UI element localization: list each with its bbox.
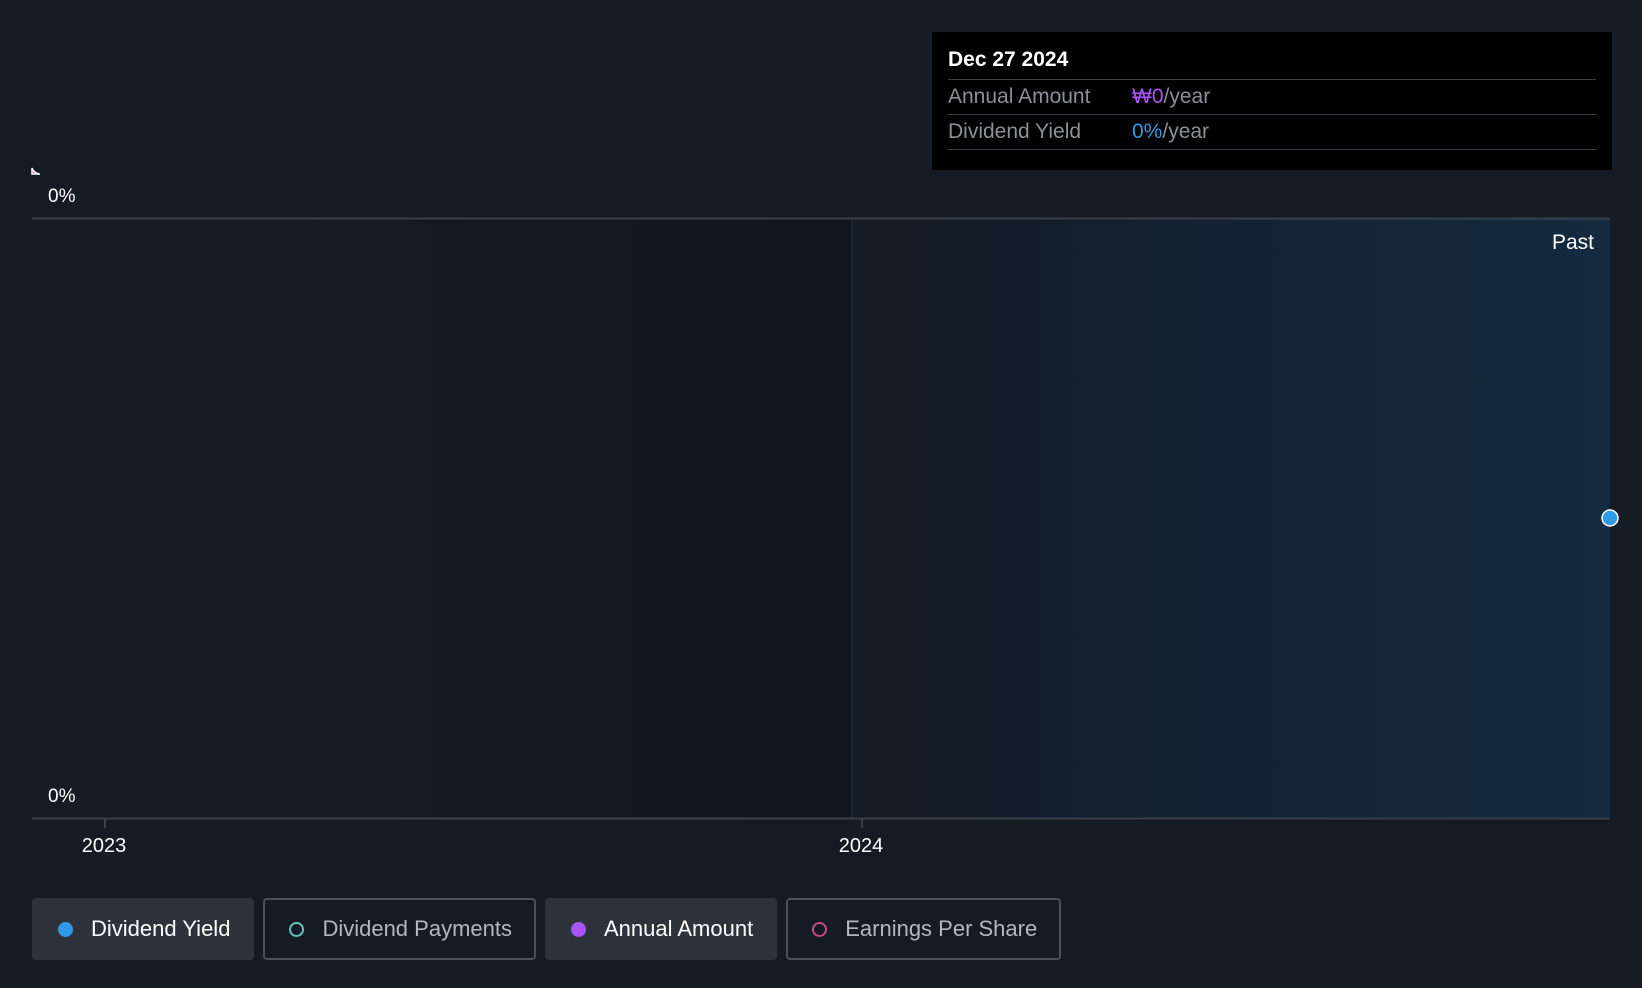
ring-circle-icon	[289, 921, 305, 937]
chart-legend: Dividend Yield Dividend Payments Annual …	[32, 898, 1062, 960]
dividend-chart: Past 0% 0% 2023 2024 Dec 27 2024 Annual …	[0, 0, 1642, 988]
x-tick-label-2024: 2024	[839, 835, 884, 857]
legend-label: Dividend Yield	[91, 916, 231, 941]
annual-amount-marker[interactable]	[31, 167, 41, 175]
y-tick-label-bottom: 0%	[48, 786, 76, 807]
filled-circle-icon	[58, 921, 73, 937]
hover-tooltip: Dec 27 2024 Annual Amount ₩0 /year Divid…	[932, 32, 1612, 170]
legend-label: Annual Amount	[603, 916, 754, 941]
tooltip-row-dividend-yield: Dividend Yield 0% /year	[948, 115, 1596, 150]
x-tick-label-2023: 2023	[82, 835, 127, 857]
legend-annual-amount-button[interactable]: Annual Amount	[544, 898, 778, 960]
ring-circle-icon	[812, 921, 828, 937]
filled-circle-icon	[570, 921, 586, 937]
tooltip-label: Annual Amount	[948, 85, 1091, 108]
tooltip-unit: /year	[1163, 85, 1211, 108]
plot-area	[32, 218, 852, 818]
legend-earnings-per-share-button[interactable]: Earnings Per Share	[786, 898, 1062, 960]
tooltip-date: Dec 27 2024	[948, 46, 1596, 80]
tooltip-label: Dividend Yield	[948, 120, 1082, 143]
dividend-yield-marker[interactable]	[1601, 509, 1619, 527]
past-region	[852, 218, 1610, 818]
legend-label: Earnings Per Share	[845, 916, 1038, 941]
region-label-past: Past	[1552, 231, 1594, 254]
y-tick-label-top: 0%	[48, 186, 76, 207]
tooltip-value: 0%	[1132, 120, 1163, 143]
legend-dividend-yield-button[interactable]: Dividend Yield	[32, 898, 255, 960]
legend-dividend-payments-button[interactable]: Dividend Payments	[263, 898, 536, 960]
tooltip-row-annual-amount: Annual Amount ₩0 /year	[948, 80, 1596, 115]
tooltip-unit: /year	[1162, 120, 1210, 143]
tooltip-value: ₩0	[1132, 85, 1164, 108]
legend-label: Dividend Payments	[322, 916, 512, 941]
